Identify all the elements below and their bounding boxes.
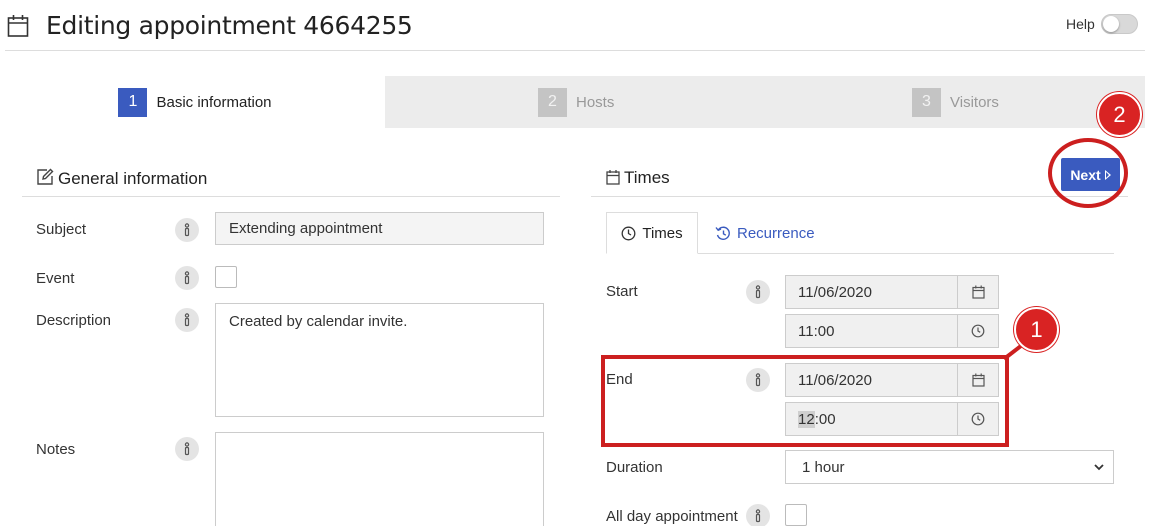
start-label: Start bbox=[606, 283, 638, 300]
start-time-field[interactable]: 11:00 bbox=[785, 314, 999, 348]
duration-label: Duration bbox=[606, 459, 663, 476]
calendar-icon bbox=[7, 15, 29, 37]
wizard-steps: 1 Basic information 2 Hosts 3 Visitors bbox=[5, 76, 1145, 128]
info-icon[interactable] bbox=[175, 437, 199, 461]
info-icon[interactable] bbox=[175, 308, 199, 332]
all-day-checkbox[interactable] bbox=[785, 504, 807, 526]
subject-label: Subject bbox=[36, 221, 87, 238]
step-label: Visitors bbox=[950, 93, 999, 111]
toggle-knob bbox=[1103, 16, 1119, 32]
info-icon[interactable] bbox=[746, 280, 770, 304]
event-label: Event bbox=[36, 270, 75, 287]
all-day-label: All day appointment bbox=[606, 508, 738, 525]
annotation-marker-2: 2 bbox=[1097, 92, 1142, 137]
notes-textarea[interactable] bbox=[215, 432, 544, 526]
tab-recurrence[interactable]: Recurrence bbox=[715, 212, 815, 254]
time-picker-button[interactable] bbox=[957, 315, 998, 347]
calendar-picker-button[interactable] bbox=[957, 276, 998, 308]
page-title: Editing appointment 4664255 bbox=[46, 11, 413, 40]
tab-label: Recurrence bbox=[737, 224, 815, 242]
header-divider bbox=[5, 50, 1145, 51]
annotation-highlight-end bbox=[601, 355, 1009, 447]
section-title: Times bbox=[624, 168, 670, 187]
page-header: Editing appointment 4664255 Help bbox=[0, 0, 1174, 52]
times-heading: Times bbox=[606, 168, 670, 188]
step-label: Hosts bbox=[576, 93, 615, 111]
start-time-value[interactable]: 11:00 bbox=[786, 315, 957, 347]
step-number: 2 bbox=[538, 87, 567, 117]
notes-label: Notes bbox=[36, 441, 76, 458]
start-date-field[interactable]: 11/06/2020 bbox=[785, 275, 999, 309]
step-basic-information[interactable]: 1 Basic information bbox=[5, 76, 385, 128]
info-icon[interactable] bbox=[175, 266, 199, 290]
duration-select[interactable]: 1 hour bbox=[785, 450, 1114, 484]
section-divider bbox=[22, 196, 560, 197]
clock-icon bbox=[971, 324, 985, 338]
tab-times[interactable]: Times bbox=[606, 212, 698, 254]
edit-icon bbox=[37, 168, 54, 185]
duration-value: 1 hour bbox=[802, 458, 845, 476]
help-label: Help bbox=[1066, 16, 1095, 32]
step-visitors[interactable]: 3 Visitors bbox=[912, 76, 999, 128]
start-date-value[interactable]: 11/06/2020 bbox=[786, 276, 957, 308]
history-icon bbox=[715, 226, 730, 240]
info-icon[interactable] bbox=[746, 504, 770, 526]
step-label: Basic information bbox=[156, 93, 272, 111]
step-number: 1 bbox=[118, 87, 148, 117]
calendar-icon bbox=[971, 285, 985, 299]
step-number: 3 bbox=[912, 87, 941, 117]
tab-label: Times bbox=[642, 224, 683, 242]
annotation-marker-1: 1 bbox=[1014, 307, 1059, 352]
subject-input[interactable]: Extending appointment bbox=[215, 212, 544, 245]
description-label: Description bbox=[36, 312, 112, 329]
clock-icon bbox=[621, 226, 636, 240]
step-hosts[interactable]: 2 Hosts bbox=[538, 76, 614, 128]
section-divider bbox=[591, 196, 1128, 197]
general-information-heading: General information bbox=[36, 168, 207, 189]
event-checkbox[interactable] bbox=[215, 266, 237, 288]
calendar-icon bbox=[606, 170, 620, 185]
chevron-down-icon bbox=[1094, 464, 1104, 471]
description-textarea[interactable]: Created by calendar invite. bbox=[215, 303, 544, 417]
help-toggle[interactable] bbox=[1101, 14, 1138, 34]
section-title: General information bbox=[58, 169, 208, 188]
annotation-ring-next bbox=[1048, 138, 1128, 208]
info-icon[interactable] bbox=[175, 218, 199, 242]
